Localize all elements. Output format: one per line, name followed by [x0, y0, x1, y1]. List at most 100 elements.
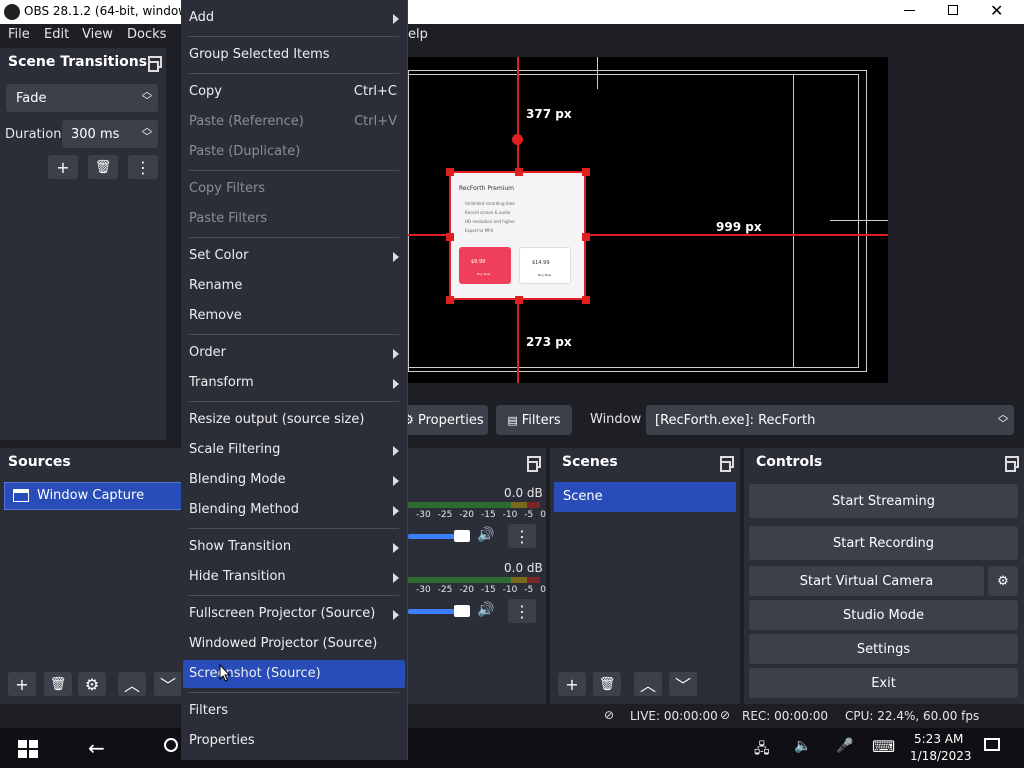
transition-menu-button[interactable]: ⋮ [128, 155, 158, 179]
canvas-tick [597, 57, 598, 89]
microphone-icon[interactable]: 🎤 [836, 738, 853, 754]
add-transition-button[interactable]: + [48, 155, 78, 179]
clock-date[interactable]: 1/18/2023 [910, 749, 972, 763]
float-dock-icon[interactable] [720, 456, 734, 472]
menu-item-show-transition[interactable]: Show Transition [183, 533, 405, 561]
speaker-icon[interactable]: 🔊 [477, 602, 494, 618]
transition-select[interactable]: Fade ︿ ﹀ [6, 84, 158, 112]
settings-button[interactable]: Settings [749, 634, 1018, 664]
submenu-arrow-icon [393, 543, 399, 553]
thumb-line-3: HD resolution and higher [465, 219, 516, 224]
keyboard-icon[interactable]: ⌨ [872, 737, 895, 756]
volume-slider-handle[interactable] [454, 530, 470, 542]
menu-help[interactable]: elp [408, 27, 428, 42]
menu-item-windowed-projector[interactable]: Windowed Projector (Source) [183, 630, 405, 658]
add-scene-button[interactable]: + [558, 672, 586, 696]
resize-handle[interactable] [515, 168, 523, 176]
channel-menu-button[interactable]: ⋮ [508, 524, 536, 548]
channel-menu-button[interactable]: ⋮ [508, 599, 536, 623]
search-icon[interactable] [164, 738, 178, 752]
rotation-handle[interactable] [512, 134, 523, 145]
resize-handle[interactable] [582, 168, 590, 176]
move-scene-up-button[interactable]: ︿ [634, 672, 662, 696]
submenu-arrow-icon [393, 252, 399, 262]
thumb-cta-left: Buy Now [477, 272, 491, 276]
menu-item-remove[interactable]: Remove [183, 302, 405, 330]
properties-button[interactable]: ⚙ Properties [398, 405, 488, 435]
menu-item-resize-output[interactable]: Resize output (source size) [183, 406, 405, 434]
add-source-button[interactable]: + [8, 672, 36, 696]
remove-scene-button[interactable]: 🗑 [593, 672, 621, 696]
source-properties-button[interactable]: ⚙ [78, 672, 106, 696]
menu-docks[interactable]: Docks [127, 27, 166, 42]
menu-item-order[interactable]: Order [183, 339, 405, 367]
minimize-icon[interactable] [904, 10, 915, 11]
move-source-down-button[interactable]: ﹀ [154, 672, 182, 696]
volume-icon[interactable]: 🔈 [794, 738, 811, 754]
resize-handle[interactable] [515, 296, 523, 304]
volume-slider-handle[interactable] [454, 605, 470, 617]
volume-meter [408, 502, 540, 508]
canvas-crosshair [830, 220, 888, 221]
filters-button[interactable]: ▤ Filters [496, 405, 572, 435]
network-icon[interactable]: 🖧 [754, 738, 770, 762]
source-thumbnail[interactable]: RecForth Premium Unlimited recording tim… [446, 168, 590, 304]
start-streaming-button[interactable]: Start Streaming [749, 484, 1018, 518]
scene-transitions-title: Scene Transitions [0, 48, 166, 76]
menu-item-blending-mode[interactable]: Blending Mode [183, 466, 405, 494]
resize-handle[interactable] [446, 168, 454, 176]
menu-edit[interactable]: Edit [44, 27, 69, 42]
move-source-up-button[interactable]: ︿ [118, 672, 146, 696]
menu-item-transform[interactable]: Transform [183, 369, 405, 397]
start-virtual-camera-button[interactable]: Start Virtual Camera [749, 566, 984, 596]
remove-source-button[interactable]: 🗑 [44, 672, 72, 696]
menu-view[interactable]: View [82, 27, 113, 42]
float-dock-icon[interactable] [527, 456, 541, 472]
menu-item-filters[interactable]: Filters [183, 697, 405, 725]
exit-button[interactable]: Exit [749, 668, 1018, 698]
menu-item-paste-filters: Paste Filters [189, 211, 268, 226]
controls-title: Controls [748, 448, 948, 476]
close-icon[interactable]: ✕ [990, 1, 1003, 20]
thumb-price-right: $14.99 [532, 260, 550, 266]
float-dock-icon[interactable] [1005, 456, 1019, 472]
clock-time[interactable]: 5:23 AM [914, 732, 963, 746]
speaker-icon[interactable]: 🔊 [477, 527, 494, 543]
menu-item-set-color[interactable]: Set Color [183, 242, 405, 270]
notification-icon[interactable] [984, 738, 1000, 751]
select-arrows-icon: ︿ ﹀ [142, 87, 152, 107]
scene-item[interactable]: Scene [554, 482, 736, 512]
menu-item-blending-method[interactable]: Blending Method [183, 496, 405, 524]
restore-icon[interactable] [948, 5, 958, 15]
menu-item-hide-transition[interactable]: Hide Transition [183, 563, 405, 591]
window-icon [13, 489, 29, 502]
window-select[interactable]: [RecForth.exe]: RecForth ︿ ﹀ [646, 405, 1014, 435]
studio-mode-button[interactable]: Studio Mode [749, 600, 1018, 630]
back-arrow-icon[interactable]: ← [88, 736, 105, 760]
filter-icon: ▤ [507, 413, 518, 427]
preview-canvas[interactable]: 377 px 999 px 273 px RecForth Premium Un… [408, 57, 888, 383]
remove-transition-button[interactable]: 🗑 [88, 155, 118, 179]
menu-item-properties[interactable]: Properties [183, 727, 405, 755]
menu-item-group[interactable]: Group Selected Items [183, 41, 405, 69]
submenu-arrow-icon [393, 379, 399, 389]
resize-handle[interactable] [446, 233, 454, 241]
virtual-camera-settings-button[interactable]: ⚙ [988, 566, 1018, 596]
source-item[interactable]: Window Capture [4, 482, 182, 510]
move-scene-down-button[interactable]: ﹀ [669, 672, 697, 696]
windows-start-icon[interactable] [18, 740, 38, 758]
menu-item-screenshot[interactable]: Screenshot (Source) [183, 660, 405, 688]
menu-item-copy[interactable]: Copy Ctrl+C [183, 78, 405, 106]
menu-item-rename[interactable]: Rename [183, 272, 405, 300]
resize-handle[interactable] [446, 296, 454, 304]
menu-item-fullscreen-projector[interactable]: Fullscreen Projector (Source) [183, 600, 405, 628]
start-recording-button[interactable]: Start Recording [749, 526, 1018, 560]
duration-spinbox[interactable]: 300 ms ︿ ﹀ [62, 120, 158, 148]
resize-handle[interactable] [582, 296, 590, 304]
menu-item-add[interactable]: Add [183, 4, 405, 32]
menu-item-scale-filtering[interactable]: Scale Filtering [183, 436, 405, 464]
menu-file[interactable]: File [8, 27, 30, 42]
resize-handle[interactable] [582, 233, 590, 241]
menu-separator [189, 595, 399, 596]
float-dock-icon[interactable] [148, 56, 162, 72]
